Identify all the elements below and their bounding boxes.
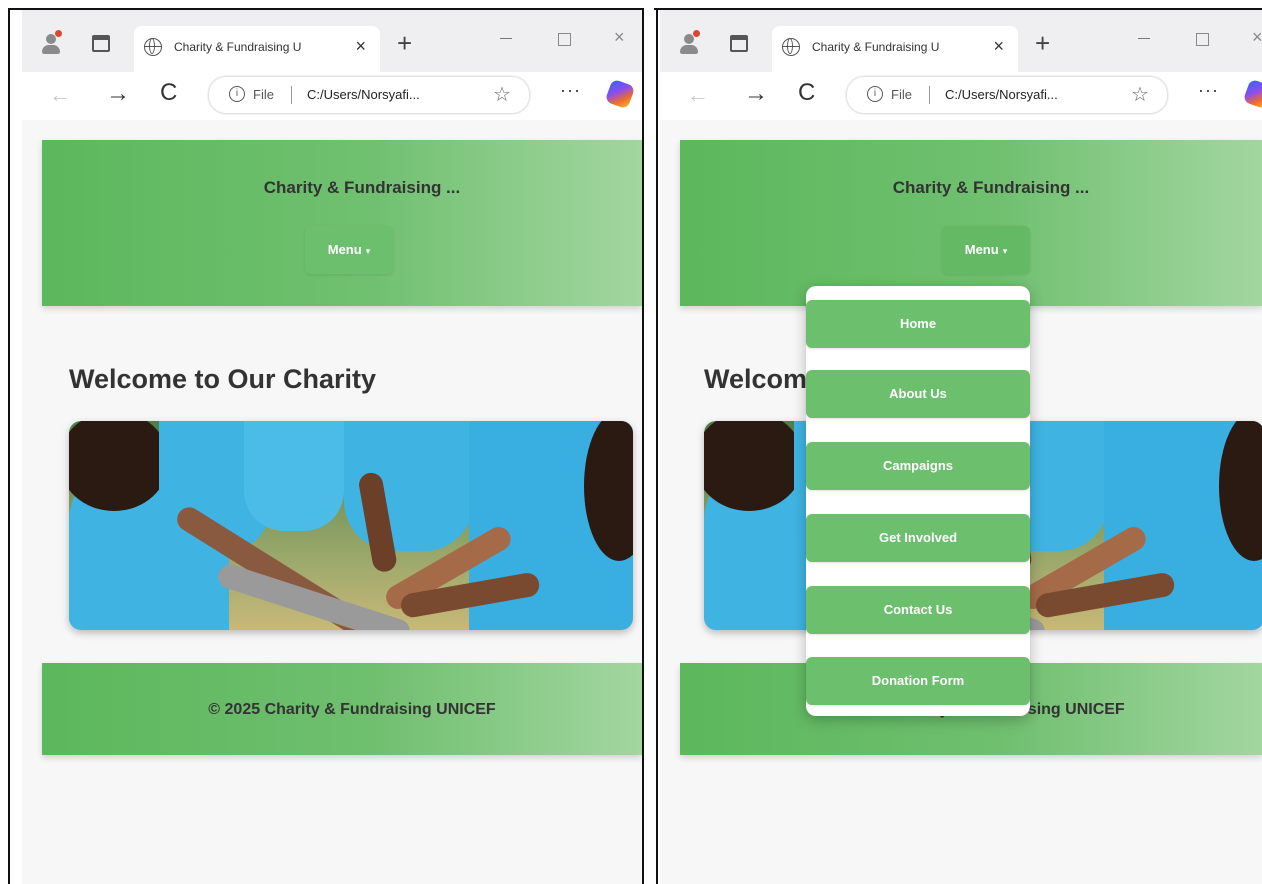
favorite-star-icon[interactable]: ☆ [493, 82, 511, 107]
caret-down-icon: ▾ [1002, 246, 1008, 256]
file-label: File [891, 87, 912, 102]
minimize-button[interactable] [1138, 38, 1150, 39]
back-button[interactable]: ← [49, 82, 71, 108]
welcome-heading: Welcome to Our Charity [69, 364, 377, 394]
site-title: Charity & Fundraising ... [892, 178, 1090, 197]
more-menu-icon[interactable]: ··· [1198, 80, 1219, 101]
menu-item-about-us[interactable]: About Us [806, 370, 1030, 418]
copilot-icon[interactable] [1242, 78, 1262, 110]
close-window-button[interactable]: × [1252, 27, 1262, 48]
new-tab-button[interactable]: + [397, 28, 412, 59]
site-header: Charity & Fundraising ... Menu ▾ [42, 140, 642, 306]
tab-title: Charity & Fundraising U [174, 40, 302, 54]
globe-icon [782, 38, 800, 56]
copilot-icon[interactable] [604, 78, 636, 110]
browser-tab[interactable]: Charity & Fundraising U × [772, 26, 1018, 72]
menu-dropdown: Home About Us Campaigns Get Involved Con… [806, 286, 1030, 716]
site-footer: © 2025 Charity & Fundraising UNICEF [42, 663, 642, 755]
menu-label: Menu [327, 242, 362, 257]
middle-border-2 [656, 8, 658, 884]
reload-button[interactable]: C [798, 79, 815, 107]
url-text[interactable]: C:/Users/Norsyafi... [307, 87, 420, 102]
info-icon[interactable]: i [867, 86, 883, 102]
menu-item-donation-form[interactable]: Donation Form [806, 657, 1030, 705]
favorite-star-icon[interactable]: ☆ [1131, 82, 1149, 107]
footer-text: © 2025 Charity & Fundraising UNICEF [208, 701, 496, 718]
address-bar-row: ← → C i File C:/Users/Norsyafi... ☆ ··· [22, 72, 642, 120]
left-border [8, 8, 10, 884]
caret-down-icon: ▾ [365, 246, 371, 256]
address-bar[interactable]: i File C:/Users/Norsyafi... ☆ [846, 76, 1168, 114]
divider [291, 86, 292, 104]
address-bar[interactable]: i File C:/Users/Norsyafi... ☆ [208, 76, 530, 114]
tab-close-icon[interactable]: × [993, 36, 1004, 57]
tab-title: Charity & Fundraising U [812, 40, 940, 54]
tab-actions-icon[interactable] [92, 35, 110, 52]
globe-icon [144, 38, 162, 56]
menu-item-campaigns[interactable]: Campaigns [806, 442, 1030, 490]
maximize-button[interactable] [1196, 33, 1209, 46]
menu-button[interactable]: Menu ▾ [305, 226, 393, 274]
menu-button[interactable]: Menu ▾ [942, 226, 1030, 274]
maximize-button[interactable] [558, 33, 571, 46]
menu-item-home[interactable]: Home [806, 300, 1030, 348]
tab-close-icon[interactable]: × [355, 36, 366, 57]
close-window-button[interactable]: × [614, 27, 625, 48]
file-label: File [253, 87, 274, 102]
info-icon[interactable]: i [229, 86, 245, 102]
site-header: Charity & Fundraising ... Menu ▾ [680, 140, 1262, 306]
new-tab-button[interactable]: + [1035, 28, 1050, 59]
url-text[interactable]: C:/Users/Norsyafi... [945, 87, 1058, 102]
browser-window-open-menu: Charity & Fundraising U × + × ← → C i Fi… [660, 10, 1262, 884]
back-button[interactable]: ← [687, 82, 709, 108]
middle-border [642, 8, 644, 884]
browser-window-closed-menu: Charity & Fundraising U × + × ← → C i Fi… [22, 10, 642, 884]
forward-button[interactable]: → [744, 80, 768, 108]
divider [929, 86, 930, 104]
site-title: Charity & Fundraising ... [263, 178, 461, 197]
tab-actions-icon[interactable] [730, 35, 748, 52]
forward-button[interactable]: → [106, 80, 130, 108]
tab-bar: Charity & Fundraising U × + × [22, 10, 642, 72]
profile-icon[interactable] [40, 30, 62, 54]
minimize-button[interactable] [500, 38, 512, 39]
profile-icon[interactable] [678, 30, 700, 54]
browser-tab[interactable]: Charity & Fundraising U × [134, 26, 380, 72]
address-bar-row: ← → C i File C:/Users/Norsyafi... ☆ ··· [660, 72, 1262, 120]
more-menu-icon[interactable]: ··· [560, 80, 581, 101]
menu-label: Menu [964, 242, 999, 257]
menu-item-get-involved[interactable]: Get Involved [806, 514, 1030, 562]
volunteers-image [69, 421, 633, 630]
menu-item-contact-us[interactable]: Contact Us [806, 586, 1030, 634]
reload-button[interactable]: C [160, 79, 177, 107]
tab-bar: Charity & Fundraising U × + × [660, 10, 1262, 72]
